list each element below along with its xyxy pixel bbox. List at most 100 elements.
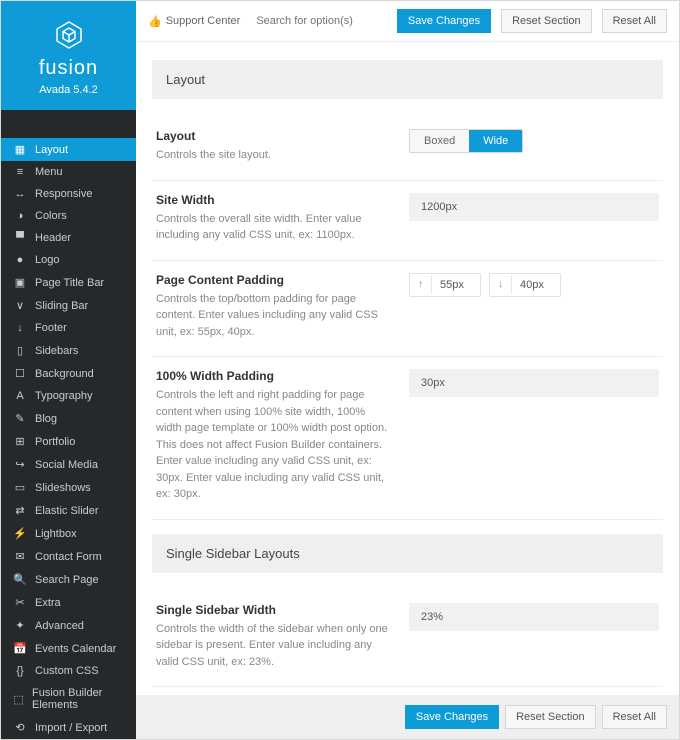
sidebar-item-background[interactable]: ☐ Background [1, 362, 136, 385]
layout-segmented-control: Boxed Wide [409, 129, 523, 153]
sidebar-item-header[interactable]: ▀Header [1, 227, 136, 249]
layout-boxed-button[interactable]: Boxed [410, 130, 469, 152]
single-sidebar-width-input[interactable] [409, 603, 659, 631]
layout-wide-button[interactable]: Wide [469, 130, 522, 152]
bottombar: Save Changes Reset Section Reset All [136, 695, 679, 739]
sidebar-item-label: Contact Form [35, 551, 102, 563]
sidebar-item-menu[interactable]: ≡ Menu [1, 161, 136, 183]
lightbox-icon: ⚡ [13, 527, 27, 540]
option-title: Site Width [156, 193, 393, 207]
layout-icon: ▦ [13, 143, 27, 156]
search-input[interactable] [250, 11, 387, 31]
contact-form-icon: ✉ [13, 550, 27, 563]
sidebar-item-label: Blog [35, 413, 57, 425]
sidebar-item-label: Events Calendar [35, 643, 116, 655]
background-icon: ☐ [13, 367, 27, 380]
reset-section-button-bottom[interactable]: Reset Section [505, 705, 595, 729]
sidebar-item-label: Elastic Slider [35, 505, 99, 517]
sidebar-item-label: Footer [35, 322, 67, 334]
sidebar-item-label: Colors [35, 210, 67, 222]
brand-version: Avada 5.4.2 [1, 84, 136, 96]
option-single-sidebar-width: Single Sidebar Width Controls the width … [152, 591, 663, 688]
sidebars-icon: ▯ [13, 344, 27, 357]
sidebar-item-label: Lightbox [35, 528, 77, 540]
sidebar-item-label: Page Title Bar [35, 277, 104, 289]
full-width-padding-input[interactable] [409, 369, 659, 397]
option-site-width: Site Width Controls the overall site wid… [152, 181, 663, 261]
sidebar-item-events-calendar[interactable]: 📅 Events Calendar [1, 637, 136, 660]
responsive-icon: ↔ [13, 188, 27, 200]
sidebar-item-label: Extra [35, 597, 61, 609]
custom-css-icon: {} [13, 665, 27, 677]
option-title: 100% Width Padding [156, 369, 393, 383]
sidebar-item-social-media[interactable]: ↪Social Media [1, 453, 136, 476]
sidebar-item-label: Import / Export [35, 722, 107, 734]
sidebar-item-footer[interactable]: ↓ Footer [1, 317, 136, 339]
sidebar-item-responsive[interactable]: ↔Responsive [1, 183, 136, 205]
padding-bottom-control: ↓ [489, 273, 561, 297]
option-desc: Controls the top/bottom padding for page… [156, 291, 393, 341]
reset-all-button[interactable]: Reset All [602, 9, 667, 33]
sidebar-item-search-page[interactable]: 🔍Search Page [1, 568, 136, 591]
arrow-up-icon: ↑ [410, 275, 432, 294]
sidebar-item-portfolio[interactable]: ⊞Portfolio [1, 430, 136, 453]
sidebar-item-elastic-slider[interactable]: ⇄Elastic Slider [1, 499, 136, 522]
support-center-link[interactable]: 👍 Support Center [148, 15, 240, 28]
option-desc: Controls the width of the sidebar when o… [156, 621, 393, 671]
sidebar-item-fusion-builder-elements[interactable]: ⬚Fusion Builder Elements [1, 682, 136, 716]
sidebar-item-label: Logo [35, 254, 59, 266]
sidebar-item-typography[interactable]: ATypography [1, 385, 136, 407]
fusion-builder-elements-icon: ⬚ [13, 693, 24, 706]
section-heading-layout: Layout [152, 60, 663, 99]
site-width-input[interactable] [409, 193, 659, 221]
save-changes-button-bottom[interactable]: Save Changes [405, 705, 499, 729]
sidebar-item-slideshows[interactable]: ▭ Slideshows [1, 476, 136, 499]
blog-icon: ✎ [13, 412, 27, 425]
events-calendar-icon: 📅 [13, 642, 27, 655]
sidebar-item-label: Menu [35, 166, 63, 178]
option-desc: Controls the site layout. [156, 147, 393, 164]
sliding-bar-icon: ∨ [13, 299, 27, 312]
sidebar-item-logo[interactable]: ● Logo [1, 249, 136, 271]
option-desc: Controls the left and right padding for … [156, 387, 393, 503]
option-title: Single Sidebar Width [156, 603, 393, 617]
logo-icon: ● [13, 254, 27, 266]
sidebar-item-sliding-bar[interactable]: ∨Sliding Bar [1, 294, 136, 317]
sidebar-item-extra[interactable]: ✂Extra [1, 591, 136, 614]
topbar: 👍 Support Center Save Changes Reset Sect… [136, 1, 679, 42]
sidebar-item-custom-css[interactable]: {}Custom CSS [1, 660, 136, 682]
sidebar-item-label: Background [35, 368, 94, 380]
advanced-icon: ✦ [13, 619, 27, 632]
option-title: Layout [156, 129, 393, 143]
sidebar-item-label: Sidebars [35, 345, 78, 357]
reset-all-button-bottom[interactable]: Reset All [602, 705, 667, 729]
sidebar-item-import-export[interactable]: ⟲ Import / Export [1, 716, 136, 739]
brand-block: fusion Avada 5.4.2 [1, 1, 136, 110]
option-page-padding: Page Content Padding Controls the top/bo… [152, 261, 663, 358]
sidebar-item-blog[interactable]: ✎ Blog [1, 407, 136, 430]
sidebar-item-page-title-bar[interactable]: ▣Page Title Bar [1, 271, 136, 294]
sidebar-item-label: Portfolio [35, 436, 75, 448]
footer-icon: ↓ [13, 322, 27, 334]
sidebar-item-sidebars[interactable]: ▯ Sidebars [1, 339, 136, 362]
padding-bottom-input[interactable] [512, 274, 560, 296]
slideshows-icon: ▭ [13, 481, 27, 494]
padding-top-input[interactable] [432, 274, 480, 296]
colors-icon: ◑ [13, 210, 27, 222]
save-changes-button[interactable]: Save Changes [397, 9, 491, 33]
thumbs-up-icon: 👍 [148, 15, 162, 28]
reset-section-button[interactable]: Reset Section [501, 9, 591, 33]
typography-icon: A [13, 390, 27, 402]
import-export-icon: ⟲ [13, 721, 27, 734]
sidebar-item-lightbox[interactable]: ⚡ Lightbox [1, 522, 136, 545]
menu-icon: ≡ [13, 166, 27, 178]
search-page-icon: 🔍 [13, 573, 27, 586]
sidebar-item-colors[interactable]: ◑ Colors [1, 205, 136, 227]
sidebar-item-contact-form[interactable]: ✉ Contact Form [1, 545, 136, 568]
sidebar-item-advanced[interactable]: ✦Advanced [1, 614, 136, 637]
nav-list: ▦Layout ≡ Menu ↔Responsive ◑ Colors ▀Header ● Lo… [1, 110, 136, 739]
sidebar-item-layout[interactable]: ▦Layout [1, 138, 136, 161]
sidebar-item-label: Slideshows [35, 482, 91, 494]
option-title: Page Content Padding [156, 273, 393, 287]
main-panel: 👍 Support Center Save Changes Reset Sect… [136, 1, 679, 739]
